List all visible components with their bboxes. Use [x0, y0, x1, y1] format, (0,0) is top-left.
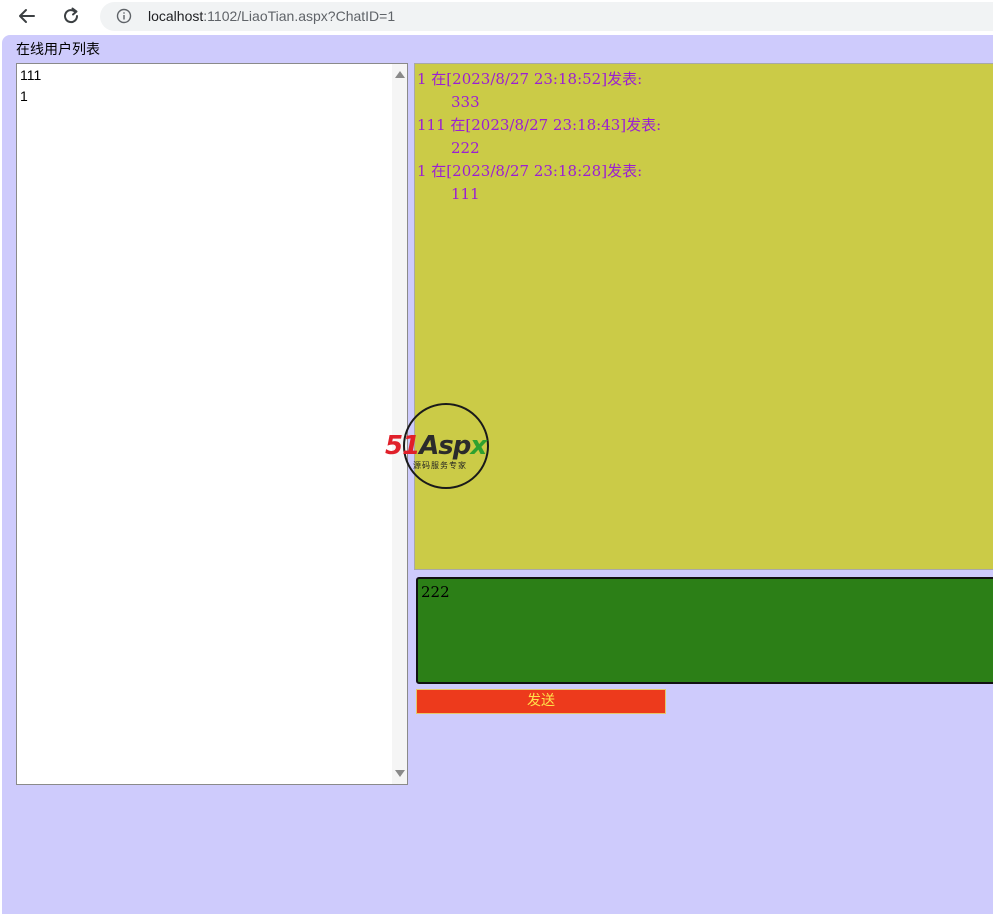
online-user-list[interactable]: 111 1	[16, 63, 408, 785]
user-list-item[interactable]: 1	[17, 86, 407, 107]
user-list-item[interactable]: 111	[17, 65, 407, 86]
message-input[interactable]: 222	[416, 577, 993, 684]
send-button[interactable]: 发送	[416, 689, 666, 714]
scroll-down-icon[interactable]	[395, 770, 405, 777]
browser-toolbar: localhost:1102/LiaoTian.aspx?ChatID=1	[0, 0, 993, 33]
reload-icon	[64, 7, 79, 24]
message-header: 111 在[2023/8/27 23:18:43]发表:	[417, 116, 662, 134]
online-users-title: 在线用户列表	[16, 42, 100, 58]
arrow-left-icon	[19, 9, 35, 23]
reload-button[interactable]	[58, 4, 84, 28]
logo-brand: 51Aspx	[385, 431, 487, 461]
message-header: 1 在[2023/8/27 23:18:52]发表:	[417, 70, 643, 88]
message-body: 222	[451, 139, 480, 157]
message-header: 1 在[2023/8/27 23:18:28]发表:	[417, 162, 643, 180]
url-text: localhost:1102/LiaoTian.aspx?ChatID=1	[148, 8, 396, 24]
address-bar[interactable]: localhost:1102/LiaoTian.aspx?ChatID=1	[100, 2, 993, 31]
message-item: 1 在[2023/8/27 23:18:52]发表: 333	[417, 68, 993, 114]
logo-subtitle: 源码服务专家	[413, 461, 467, 470]
watermark-logo: 51Aspx 源码服务专家	[385, 403, 513, 493]
back-button[interactable]	[14, 4, 40, 28]
message-body: 111	[451, 185, 480, 203]
message-item: 111 在[2023/8/27 23:18:43]发表: 222	[417, 114, 993, 160]
info-icon[interactable]	[116, 8, 132, 24]
message-item: 1 在[2023/8/27 23:18:28]发表: 111	[417, 160, 993, 206]
message-body: 333	[451, 93, 480, 111]
scroll-up-icon[interactable]	[395, 71, 405, 78]
message-panel: 1 在[2023/8/27 23:18:52]发表: 333 111 在[202…	[414, 63, 993, 570]
